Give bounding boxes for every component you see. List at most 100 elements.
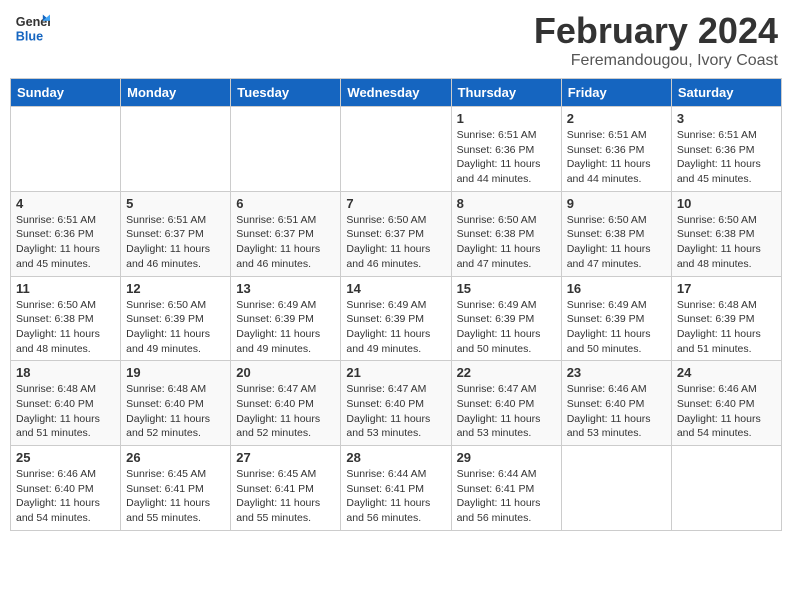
calendar-cell <box>11 107 121 192</box>
day-info: Sunrise: 6:50 AMSunset: 6:38 PMDaylight:… <box>677 213 776 272</box>
day-number: 19 <box>126 365 225 380</box>
calendar-cell: 20 Sunrise: 6:47 AMSunset: 6:40 PMDayligh… <box>231 361 341 446</box>
calendar-cell: 19 Sunrise: 6:48 AMSunset: 6:40 PMDayligh… <box>121 361 231 446</box>
location-title: Feremandougou, Ivory Coast <box>534 52 778 70</box>
day-number: 29 <box>457 450 556 465</box>
calendar-cell <box>231 107 341 192</box>
calendar-cell: 6 Sunrise: 6:51 AMSunset: 6:37 PMDaylight… <box>231 191 341 276</box>
day-number: 11 <box>16 281 115 296</box>
calendar-cell: 13 Sunrise: 6:49 AMSunset: 6:39 PMDayligh… <box>231 276 341 361</box>
day-info: Sunrise: 6:51 AMSunset: 6:36 PMDaylight:… <box>677 128 776 187</box>
day-number: 7 <box>346 196 445 211</box>
calendar-cell: 24 Sunrise: 6:46 AMSunset: 6:40 PMDayligh… <box>671 361 781 446</box>
calendar-cell: 26 Sunrise: 6:45 AMSunset: 6:41 PMDayligh… <box>121 446 231 531</box>
day-number: 18 <box>16 365 115 380</box>
calendar-cell: 5Sunrise: 6:51 AMSunset: 6:37 PMDaylight… <box>121 191 231 276</box>
calendar-cell: 25Sunrise: 6:46 AMSunset: 6:40 PMDayligh… <box>11 446 121 531</box>
day-number: 21 <box>346 365 445 380</box>
day-info: Sunrise: 6:45 AMSunset: 6:41 PMDaylight:… <box>126 467 225 526</box>
day-number: 12 <box>126 281 225 296</box>
day-info: Sunrise: 6:44 AMSunset: 6:41 PMDaylight:… <box>346 467 445 526</box>
day-info: Sunrise: 6:49 AMSunset: 6:39 PMDaylight:… <box>457 298 556 357</box>
day-number: 20 <box>236 365 335 380</box>
day-number: 23 <box>567 365 666 380</box>
day-info: Sunrise: 6:50 AMSunset: 6:39 PMDaylight:… <box>126 298 225 357</box>
day-info: Sunrise: 6:50 AMSunset: 6:38 PMDaylight:… <box>567 213 666 272</box>
weekday-header-monday: Monday <box>121 79 231 107</box>
calendar-cell: 12 Sunrise: 6:50 AMSunset: 6:39 PMDayligh… <box>121 276 231 361</box>
day-info: Sunrise: 6:49 AMSunset: 6:39 PMDaylight:… <box>346 298 445 357</box>
day-number: 22 <box>457 365 556 380</box>
calendar-cell: 9 Sunrise: 6:50 AMSunset: 6:38 PMDaylight… <box>561 191 671 276</box>
calendar-cell: 23 Sunrise: 6:46 AMSunset: 6:40 PMDayligh… <box>561 361 671 446</box>
calendar-week-3: 11 Sunrise: 6:50 AMSunset: 6:38 PMDayligh… <box>11 276 782 361</box>
weekday-header-tuesday: Tuesday <box>231 79 341 107</box>
calendar-week-5: 25Sunrise: 6:46 AMSunset: 6:40 PMDayligh… <box>11 446 782 531</box>
day-info: Sunrise: 6:46 AMSunset: 6:40 PMDaylight:… <box>16 467 115 526</box>
calendar-cell: 15 Sunrise: 6:49 AMSunset: 6:39 PMDayligh… <box>451 276 561 361</box>
day-info: Sunrise: 6:46 AMSunset: 6:40 PMDaylight:… <box>567 382 666 441</box>
day-info: Sunrise: 6:48 AMSunset: 6:39 PMDaylight:… <box>677 298 776 357</box>
calendar-cell: 21 Sunrise: 6:47 AMSunset: 6:40 PMDayligh… <box>341 361 451 446</box>
day-info: Sunrise: 6:51 AMSunset: 6:37 PMDaylight:… <box>236 213 335 272</box>
day-info: Sunrise: 6:47 AMSunset: 6:40 PMDaylight:… <box>457 382 556 441</box>
calendar-week-2: 4 Sunrise: 6:51 AMSunset: 6:36 PMDaylight… <box>11 191 782 276</box>
day-number: 24 <box>677 365 776 380</box>
day-info: Sunrise: 6:51 AMSunset: 6:36 PMDaylight:… <box>457 128 556 187</box>
day-info: Sunrise: 6:48 AMSunset: 6:40 PMDaylight:… <box>16 382 115 441</box>
calendar-week-1: 1Sunrise: 6:51 AMSunset: 6:36 PMDaylight… <box>11 107 782 192</box>
day-info: Sunrise: 6:50 AMSunset: 6:38 PMDaylight:… <box>457 213 556 272</box>
day-number: 6 <box>236 196 335 211</box>
calendar-cell: 29 Sunrise: 6:44 AMSunset: 6:41 PMDayligh… <box>451 446 561 531</box>
day-number: 28 <box>346 450 445 465</box>
weekday-header-thursday: Thursday <box>451 79 561 107</box>
logo: General Blue <box>14 10 50 46</box>
day-number: 4 <box>16 196 115 211</box>
calendar-cell <box>121 107 231 192</box>
calendar-cell: 28 Sunrise: 6:44 AMSunset: 6:41 PMDayligh… <box>341 446 451 531</box>
calendar-week-4: 18 Sunrise: 6:48 AMSunset: 6:40 PMDayligh… <box>11 361 782 446</box>
calendar-cell: 2 Sunrise: 6:51 AMSunset: 6:36 PMDaylight… <box>561 107 671 192</box>
day-number: 15 <box>457 281 556 296</box>
day-info: Sunrise: 6:49 AMSunset: 6:39 PMDaylight:… <box>567 298 666 357</box>
calendar-cell: 11 Sunrise: 6:50 AMSunset: 6:38 PMDayligh… <box>11 276 121 361</box>
calendar-cell <box>341 107 451 192</box>
day-info: Sunrise: 6:45 AMSunset: 6:41 PMDaylight:… <box>236 467 335 526</box>
day-info: Sunrise: 6:47 AMSunset: 6:40 PMDaylight:… <box>346 382 445 441</box>
day-number: 13 <box>236 281 335 296</box>
day-number: 16 <box>567 281 666 296</box>
day-info: Sunrise: 6:48 AMSunset: 6:40 PMDaylight:… <box>126 382 225 441</box>
weekday-header-saturday: Saturday <box>671 79 781 107</box>
weekday-header-row: SundayMondayTuesdayWednesdayThursdayFrid… <box>11 79 782 107</box>
calendar-table: SundayMondayTuesdayWednesdayThursdayFrid… <box>10 78 782 531</box>
day-number: 26 <box>126 450 225 465</box>
calendar-cell: 16 Sunrise: 6:49 AMSunset: 6:39 PMDayligh… <box>561 276 671 361</box>
calendar-cell: 7 Sunrise: 6:50 AMSunset: 6:37 PMDaylight… <box>341 191 451 276</box>
day-number: 27 <box>236 450 335 465</box>
day-info: Sunrise: 6:49 AMSunset: 6:39 PMDaylight:… <box>236 298 335 357</box>
title-area: February 2024 Feremandougou, Ivory Coast <box>534 10 778 70</box>
day-info: Sunrise: 6:51 AMSunset: 6:36 PMDaylight:… <box>16 213 115 272</box>
day-info: Sunrise: 6:46 AMSunset: 6:40 PMDaylight:… <box>677 382 776 441</box>
day-info: Sunrise: 6:51 AMSunset: 6:36 PMDaylight:… <box>567 128 666 187</box>
calendar-cell <box>561 446 671 531</box>
calendar-cell: 18 Sunrise: 6:48 AMSunset: 6:40 PMDayligh… <box>11 361 121 446</box>
day-number: 17 <box>677 281 776 296</box>
day-info: Sunrise: 6:44 AMSunset: 6:41 PMDaylight:… <box>457 467 556 526</box>
calendar-cell: 10 Sunrise: 6:50 AMSunset: 6:38 PMDayligh… <box>671 191 781 276</box>
day-number: 9 <box>567 196 666 211</box>
calendar-cell: 1Sunrise: 6:51 AMSunset: 6:36 PMDaylight… <box>451 107 561 192</box>
day-info: Sunrise: 6:50 AMSunset: 6:38 PMDaylight:… <box>16 298 115 357</box>
calendar-cell: 27 Sunrise: 6:45 AMSunset: 6:41 PMDayligh… <box>231 446 341 531</box>
day-info: Sunrise: 6:50 AMSunset: 6:37 PMDaylight:… <box>346 213 445 272</box>
weekday-header-wednesday: Wednesday <box>341 79 451 107</box>
svg-text:Blue: Blue <box>16 30 43 44</box>
calendar-cell: 14Sunrise: 6:49 AMSunset: 6:39 PMDayligh… <box>341 276 451 361</box>
day-number: 2 <box>567 111 666 126</box>
day-info: Sunrise: 6:47 AMSunset: 6:40 PMDaylight:… <box>236 382 335 441</box>
calendar-cell <box>671 446 781 531</box>
weekday-header-friday: Friday <box>561 79 671 107</box>
day-number: 10 <box>677 196 776 211</box>
calendar-cell: 4 Sunrise: 6:51 AMSunset: 6:36 PMDaylight… <box>11 191 121 276</box>
day-info: Sunrise: 6:51 AMSunset: 6:37 PMDaylight:… <box>126 213 225 272</box>
